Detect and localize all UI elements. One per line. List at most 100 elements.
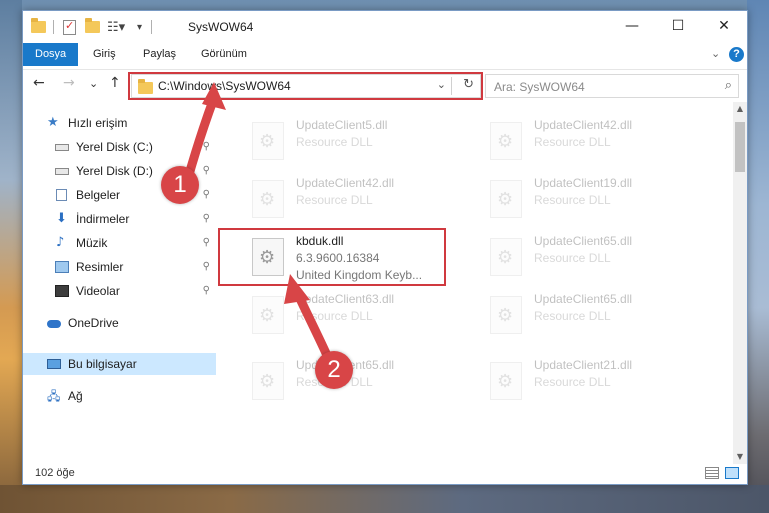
dll-file-icon — [252, 122, 284, 160]
network-icon: 🖧 — [47, 389, 61, 403]
up-button[interactable]: ↑ — [109, 75, 121, 91]
file-item[interactable]: UpdateClient42.dll Resource DLL — [242, 174, 467, 226]
step-2-badge: 2 — [315, 351, 353, 389]
drive-icon — [55, 144, 69, 151]
music-icon: ♪ — [56, 235, 65, 250]
file-name: UpdateClient42.dll — [296, 176, 395, 190]
dll-file-icon — [490, 296, 522, 334]
folder-icon — [138, 79, 153, 94]
address-path[interactable]: C:\Windows\SysWOW64 — [158, 79, 291, 93]
sidebar-item-this-pc[interactable]: Bu bilgisayar — [23, 353, 216, 375]
dll-file-icon — [490, 180, 522, 218]
download-icon: ⬇ — [56, 211, 67, 226]
sidebar-item-label: Yerel Disk (D:) — [76, 164, 153, 178]
vertical-scrollbar[interactable]: ▲ ▼ — [733, 102, 747, 464]
address-bar[interactable]: C:\Windows\SysWOW64 ⌄ ↻ — [131, 74, 481, 98]
new-folder-icon[interactable] — [85, 18, 100, 35]
item-count: 102 öğe — [35, 467, 75, 479]
sidebar-item-label: Resimler — [76, 260, 124, 274]
scroll-thumb[interactable] — [735, 122, 745, 172]
sidebar-item-label: Yerel Disk (C:) — [76, 140, 153, 154]
properties-icon[interactable] — [63, 19, 76, 35]
tab-dosya[interactable]: Dosya — [23, 43, 79, 66]
divider — [53, 20, 54, 34]
cloud-icon — [47, 320, 61, 328]
maximize-button[interactable]: ☐ — [655, 11, 701, 41]
tab-gorunum[interactable]: Görünüm — [199, 43, 249, 66]
ribbon-tabs: Dosya Giriş Paylaş Görünüm ⌄ ? — [23, 43, 747, 67]
tab-paylas[interactable]: Paylaş — [141, 43, 178, 66]
pin-icon: ⚲ — [202, 213, 210, 224]
sidebar-item-label: Ağ — [68, 389, 83, 403]
customize-quick-access-icon[interactable]: ☷▾ — [107, 19, 125, 35]
help-icon[interactable]: ? — [729, 47, 744, 62]
file-name: UpdateClient42.dll — [534, 118, 633, 132]
sidebar-item-downloads[interactable]: ⬇ İndirmeler ⚲ — [23, 208, 216, 230]
file-name: UpdateClient63.dll — [296, 292, 395, 306]
sidebar-item-network[interactable]: 🖧 Ağ — [23, 385, 216, 407]
sidebar-item-music[interactable]: ♪ Müzik ⚲ — [23, 232, 216, 254]
documents-icon — [56, 189, 67, 201]
close-button[interactable]: ✕ — [701, 11, 747, 41]
folder-icon — [31, 18, 46, 35]
sidebar-item-label: Müzik — [76, 236, 108, 250]
sidebar-item-label: OneDrive — [68, 316, 119, 330]
recent-locations-button[interactable]: ⌄ — [89, 77, 98, 90]
desktop-wallpaper-left — [0, 0, 22, 513]
search-placeholder[interactable]: Ara: SysWOW64 — [494, 80, 585, 94]
file-item[interactable]: UpdateClient65.dll Resource DLL — [242, 356, 467, 408]
file-description: United Kingdom Keyb... — [296, 268, 423, 282]
file-name: UpdateClient65.dll — [534, 292, 633, 306]
file-description: Resource DLL — [534, 135, 611, 149]
divider — [151, 20, 152, 34]
sidebar-item-onedrive[interactable]: OneDrive — [23, 312, 216, 334]
tiles-view-icon[interactable] — [725, 467, 739, 479]
quick-access-dropdown-icon[interactable]: ▾ — [137, 19, 142, 35]
sidebar-item-quick-access[interactable]: ★ Hızlı erişim — [23, 112, 216, 134]
explorer-window: ☷▾ ▾ SysWOW64 — ☐ ✕ Dosya Giriş Paylaş G… — [22, 10, 748, 485]
dll-file-icon — [252, 238, 284, 276]
sidebar-item-pictures[interactable]: Resimler ⚲ — [23, 256, 216, 278]
tab-giris[interactable]: Giriş — [91, 43, 118, 66]
dll-file-icon — [490, 122, 522, 160]
desktop-wallpaper-bottom — [0, 485, 769, 513]
file-name: UpdateClient21.dll — [534, 358, 633, 372]
search-box[interactable]: Ara: SysWOW64 ⌕ — [485, 74, 739, 98]
file-name: UpdateClient19.dll — [534, 176, 633, 190]
file-item[interactable]: UpdateClient5.dll Resource DLL — [242, 116, 467, 168]
file-name: UpdateClient5.dll — [296, 118, 388, 132]
back-button[interactable]: ← — [33, 75, 45, 91]
file-item[interactable]: UpdateClient65.dll Resource DLL — [480, 290, 705, 342]
sidebar-item-label: Bu bilgisayar — [68, 357, 137, 371]
file-description: Resource DLL — [534, 193, 611, 207]
address-dropdown-icon[interactable]: ⌄ — [437, 78, 446, 91]
sidebar-item-videos[interactable]: Videolar ⚲ — [23, 280, 216, 302]
file-item[interactable]: UpdateClient65.dll Resource DLL — [480, 232, 705, 284]
scroll-up-icon[interactable]: ▲ — [733, 102, 747, 116]
file-description: Resource DLL — [296, 309, 373, 323]
pin-icon: ⚲ — [202, 189, 210, 200]
search-icon[interactable]: ⌕ — [725, 78, 732, 93]
details-view-icon[interactable] — [705, 467, 719, 479]
scroll-down-icon[interactable]: ▼ — [733, 450, 747, 464]
pin-icon: ⚲ — [202, 285, 210, 296]
videos-icon — [55, 285, 69, 297]
minimize-button[interactable]: — — [609, 11, 655, 41]
file-item[interactable]: UpdateClient42.dll Resource DLL — [480, 116, 705, 168]
desktop-wallpaper-right — [747, 0, 769, 513]
forward-button[interactable]: → — [63, 75, 75, 91]
file-item[interactable]: UpdateClient21.dll Resource DLL — [480, 356, 705, 408]
dll-file-icon — [252, 296, 284, 334]
window-title: SysWOW64 — [188, 20, 254, 34]
file-item[interactable]: UpdateClient63.dll Resource DLL — [242, 290, 467, 342]
file-description: Resource DLL — [296, 193, 373, 207]
star-icon: ★ — [47, 115, 59, 130]
sidebar-item-disk-c[interactable]: Yerel Disk (C:) ⚲ — [23, 136, 216, 158]
address-row: ← → ⌄ ↑ C:\Windows\SysWOW64 ⌄ ↻ Ara: Sys… — [23, 69, 747, 101]
file-item[interactable]: UpdateClient19.dll Resource DLL — [480, 174, 705, 226]
refresh-icon[interactable]: ↻ — [463, 77, 474, 92]
dll-file-icon — [252, 362, 284, 400]
navigation-pane: ★ Hızlı erişim Yerel Disk (C:) ⚲ Yerel D… — [23, 102, 216, 464]
file-item-kbduk[interactable]: kbduk.dll 6.3.9600.16384 United Kingdom … — [242, 232, 467, 284]
expand-ribbon-icon[interactable]: ⌄ — [711, 47, 720, 60]
